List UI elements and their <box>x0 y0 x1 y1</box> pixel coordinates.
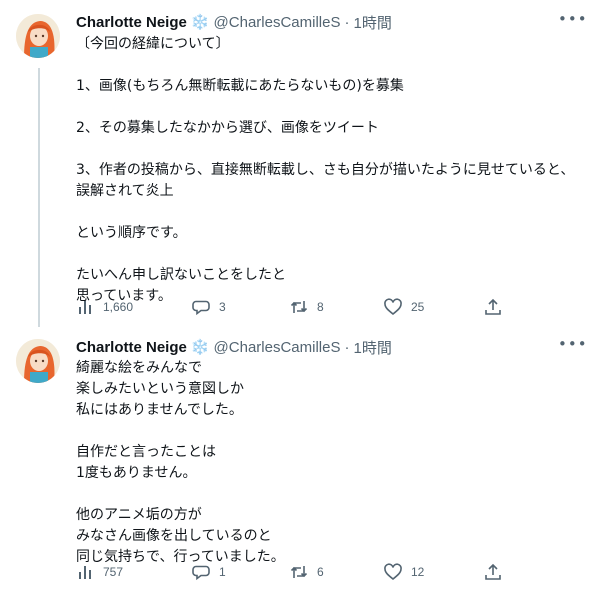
retweet-count: 8 <box>317 300 324 314</box>
retweet-button[interactable]: 8 <box>290 298 384 316</box>
author-name[interactable]: Charlotte Neige <box>76 14 187 31</box>
separator: · <box>344 338 350 356</box>
retweet-icon <box>290 566 308 578</box>
views-button[interactable]: 1,660 <box>76 298 192 316</box>
timestamp[interactable]: 1時間 <box>353 337 391 358</box>
reply-count: 1 <box>219 565 226 579</box>
views-count: 757 <box>103 565 124 579</box>
share-icon <box>485 298 501 315</box>
share-button[interactable] <box>484 563 502 581</box>
reply-button[interactable]: 3 <box>192 298 290 316</box>
avatar[interactable] <box>16 339 60 383</box>
snowflake-badge-icon: ❄️ <box>190 338 210 356</box>
tweet-header: Charlotte Neige ❄️ @CharlesCamilleS · 1時… <box>76 11 392 33</box>
tweet[interactable]: Charlotte Neige ❄️ @CharlesCamilleS · 1時… <box>0 0 598 327</box>
like-button[interactable]: 12 <box>384 563 484 581</box>
share-icon <box>485 563 501 580</box>
views-button[interactable]: 757 <box>76 563 192 581</box>
like-icon <box>384 563 402 581</box>
like-count: 25 <box>411 300 425 314</box>
tweet-actions: 757 1 6 12 <box>76 560 506 584</box>
share-button[interactable] <box>484 298 502 316</box>
tweet-text: 綺麗な絵をみんなで 楽しみたいという意図しか 私にはありませんでした。 自作だと… <box>76 360 285 565</box>
more-horizontal-icon[interactable]: ••• <box>558 10 587 32</box>
more-horizontal-icon[interactable]: ••• <box>558 335 587 357</box>
like-count: 12 <box>411 565 425 579</box>
author-name[interactable]: Charlotte Neige <box>76 339 187 356</box>
retweet-count: 6 <box>317 565 324 579</box>
reply-count: 3 <box>219 300 226 314</box>
tweet-text: 〔今回の経緯について〕 1、画像(もちろん無断転載にあたらないもの)を募集 2、… <box>76 36 575 304</box>
reply-icon <box>192 565 210 581</box>
views-icon <box>79 566 91 579</box>
separator: · <box>344 13 350 31</box>
retweet-button[interactable]: 6 <box>290 563 384 581</box>
tweet-header: Charlotte Neige ❄️ @CharlesCamilleS · 1時… <box>76 336 392 358</box>
avatar[interactable] <box>16 14 60 58</box>
like-icon <box>384 298 402 316</box>
reply-button[interactable]: 1 <box>192 563 290 581</box>
timestamp[interactable]: 1時間 <box>353 12 391 33</box>
like-button[interactable]: 25 <box>384 298 484 316</box>
author-handle[interactable]: @CharlesCamilleS <box>214 339 341 356</box>
views-icon <box>79 301 91 314</box>
tweet-actions: 1,660 3 8 25 <box>76 295 506 319</box>
reply-icon <box>192 300 210 316</box>
views-count: 1,660 <box>103 300 134 314</box>
author-handle[interactable]: @CharlesCamilleS <box>214 14 341 31</box>
retweet-icon <box>290 301 308 313</box>
snowflake-badge-icon: ❄️ <box>190 13 210 31</box>
thread-line <box>38 68 40 327</box>
